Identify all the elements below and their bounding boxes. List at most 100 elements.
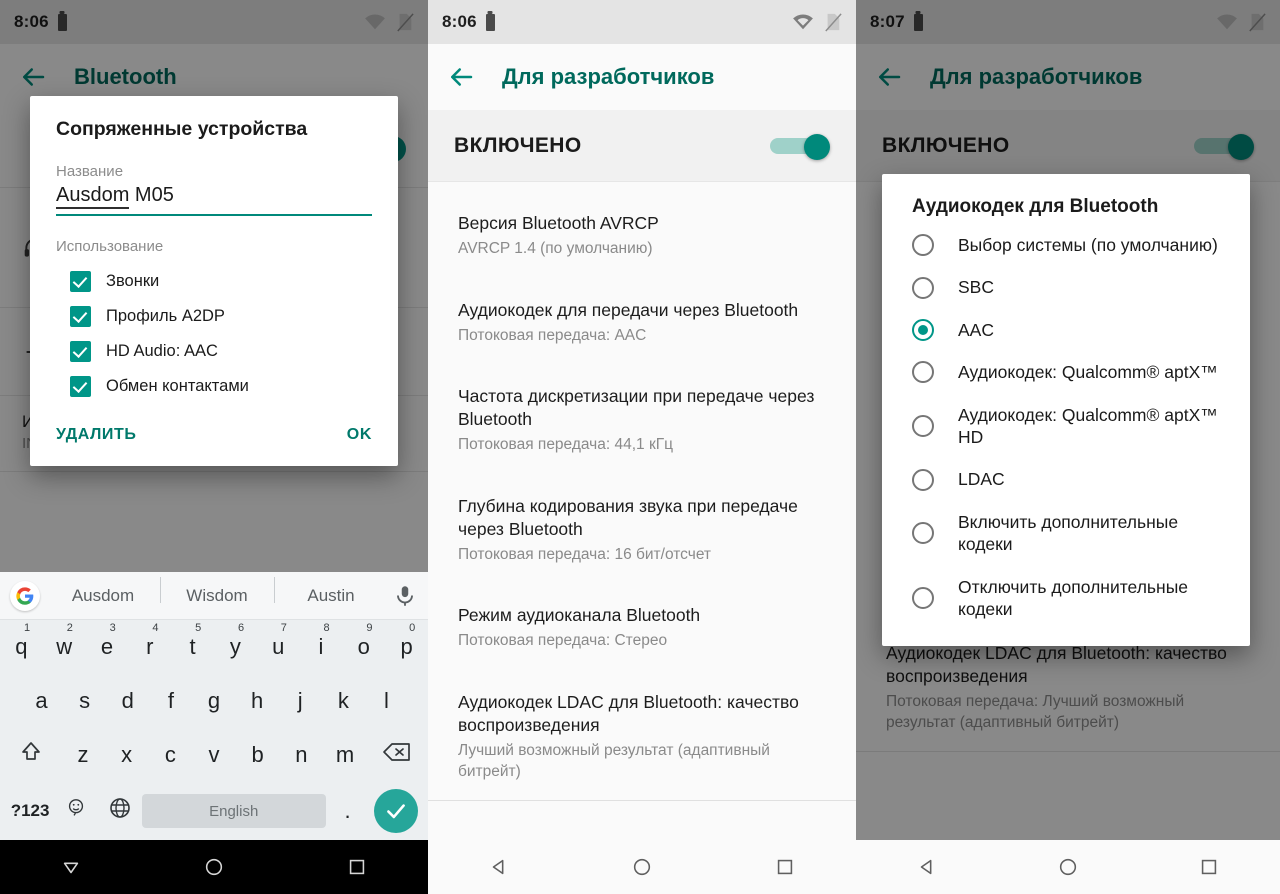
key-q[interactable]: 1q: [0, 622, 43, 660]
master-toggle-switch[interactable]: [770, 133, 830, 160]
radio-option-label: LDAC: [958, 469, 1005, 490]
checkbox-row[interactable]: HD Audio: AAC: [56, 334, 372, 369]
checkbox-checked-icon[interactable]: [70, 306, 91, 327]
checkbox-row[interactable]: Профиль A2DP: [56, 299, 372, 334]
google-logo-icon[interactable]: [10, 580, 40, 611]
suggestion-chip[interactable]: Ausdom: [46, 586, 160, 606]
developer-options-toggle-row[interactable]: ВКЛЮЧЕНО: [428, 110, 856, 182]
radio-option-row[interactable]: SBC: [882, 266, 1250, 308]
checkbox-checked-icon[interactable]: [70, 376, 91, 397]
master-toggle-switch[interactable]: [1194, 133, 1254, 160]
radio-button-unselected[interactable]: [912, 468, 934, 491]
list-item[interactable]: Версия Bluetooth AVRCP AVRCP 1.4 (по умо…: [428, 182, 856, 278]
nav-home-icon[interactable]: [631, 856, 653, 878]
dialog-actions: УДАЛИТЬ OK: [56, 426, 372, 452]
radio-option-row[interactable]: Отключить дополнительные кодеки: [882, 566, 1250, 631]
radio-button-unselected[interactable]: [912, 276, 934, 299]
ok-button[interactable]: OK: [347, 426, 372, 444]
key-g[interactable]: g: [192, 688, 235, 714]
list-item[interactable]: Аудиокодек LDAC для Bluetooth: качество …: [428, 670, 856, 800]
checkbox-checked-icon[interactable]: [70, 341, 91, 362]
sim-off-icon: [1249, 13, 1266, 32]
microphone-icon[interactable]: [392, 583, 418, 609]
nav-recents-icon[interactable]: [346, 856, 368, 878]
back-arrow-icon[interactable]: [874, 62, 904, 92]
list-item[interactable]: Аудиокодек для передачи через Bluetooth …: [428, 278, 856, 365]
nav-home-icon[interactable]: [1057, 856, 1079, 878]
checkbox-row[interactable]: Звонки: [56, 264, 372, 299]
radio-option-row[interactable]: Аудиокодек: Qualcomm® aptX™ HD: [882, 394, 1250, 459]
radio-option-row[interactable]: Выбор системы (по умолчанию): [882, 224, 1250, 266]
radio-option-row[interactable]: LDAC: [882, 458, 1250, 500]
radio-button-unselected[interactable]: [912, 234, 934, 257]
key-i[interactable]: 8i: [300, 622, 343, 660]
radio-button-selected[interactable]: [912, 318, 934, 341]
nav-back-icon[interactable]: [916, 856, 938, 878]
radio-button-unselected[interactable]: [912, 522, 934, 545]
key-number-label: 2: [66, 622, 73, 634]
enter-key[interactable]: [369, 789, 422, 833]
list-item-subtitle: AVRCP 1.4 (по умолчанию): [458, 240, 653, 258]
checkbox-row[interactable]: Обмен контактами: [56, 369, 372, 404]
back-arrow-icon[interactable]: [18, 62, 48, 92]
key-e[interactable]: 3e: [86, 622, 129, 660]
suggestion-chip[interactable]: Austin: [274, 576, 388, 606]
key-d[interactable]: d: [106, 688, 149, 714]
nav-back-icon[interactable]: [488, 856, 510, 878]
space-key[interactable]: English: [141, 794, 326, 828]
key-number-label: 7: [280, 622, 287, 634]
emoji-key-icon: [68, 799, 84, 816]
screenshot-triptych: 8:06 Bluetooth Сопряженные устройства На…: [0, 0, 1280, 894]
shift-key[interactable]: [0, 740, 61, 770]
key-label: q: [15, 634, 28, 659]
period-key[interactable]: .: [326, 798, 370, 824]
key-p[interactable]: 0p: [385, 622, 428, 660]
key-m[interactable]: m: [323, 742, 367, 768]
nav-home-icon[interactable]: [203, 856, 225, 878]
radio-button-unselected[interactable]: [912, 361, 934, 384]
key-n[interactable]: n: [280, 742, 324, 768]
key-v[interactable]: v: [192, 742, 236, 768]
key-b[interactable]: b: [236, 742, 280, 768]
key-r[interactable]: 4r: [128, 622, 171, 660]
key-x[interactable]: x: [105, 742, 149, 768]
developer-options-toggle-row[interactable]: ВКЛЮЧЕНО: [856, 110, 1280, 182]
nav-recents-icon[interactable]: [774, 856, 796, 878]
back-arrow-icon[interactable]: [446, 62, 476, 92]
key-u[interactable]: 7u: [257, 622, 300, 660]
radio-button-unselected[interactable]: [912, 414, 934, 437]
suggestion-chip[interactable]: Wisdom: [160, 576, 274, 606]
key-j[interactable]: j: [279, 688, 322, 714]
key-y[interactable]: 6y: [214, 622, 257, 660]
key-h[interactable]: h: [236, 688, 279, 714]
key-a[interactable]: a: [20, 688, 63, 714]
key-f[interactable]: f: [149, 688, 192, 714]
key-number-label: 0: [409, 622, 416, 634]
emoji-key[interactable]: [54, 797, 98, 825]
key-t[interactable]: 5t: [171, 622, 214, 660]
symbols-key[interactable]: ?123: [6, 801, 54, 821]
checkbox-checked-icon[interactable]: [70, 271, 91, 292]
key-z[interactable]: z: [61, 742, 105, 768]
key-l[interactable]: l: [365, 688, 408, 714]
list-item[interactable]: Режим аудиоканала Bluetooth Потоковая пе…: [428, 583, 856, 670]
device-name-input[interactable]: Ausdom M05: [56, 184, 372, 216]
language-key[interactable]: [98, 796, 142, 826]
list-item[interactable]: Частота дискретизации при передаче через…: [428, 364, 856, 474]
delete-button[interactable]: УДАЛИТЬ: [56, 426, 137, 444]
radio-option-row[interactable]: Включить дополнительные кодеки: [882, 501, 1250, 566]
key-w[interactable]: 2w: [43, 622, 86, 660]
radio-option-row[interactable]: Аудиокодек: Qualcomm® aptX™: [882, 351, 1250, 393]
backspace-key[interactable]: [367, 740, 428, 770]
radio-option-label: AAC: [958, 319, 994, 340]
key-c[interactable]: c: [148, 742, 192, 768]
key-o[interactable]: 9o: [342, 622, 385, 660]
list-item[interactable]: Глубина кодирования звука при передаче ч…: [428, 474, 856, 584]
key-s[interactable]: s: [63, 688, 106, 714]
key-k[interactable]: k: [322, 688, 365, 714]
radio-button-unselected[interactable]: [912, 586, 934, 609]
page-title: Bluetooth: [74, 64, 177, 89]
radio-option-row-selected[interactable]: AAC: [882, 309, 1250, 351]
nav-recents-icon[interactable]: [1198, 856, 1220, 878]
nav-back-icon[interactable]: [60, 856, 82, 878]
